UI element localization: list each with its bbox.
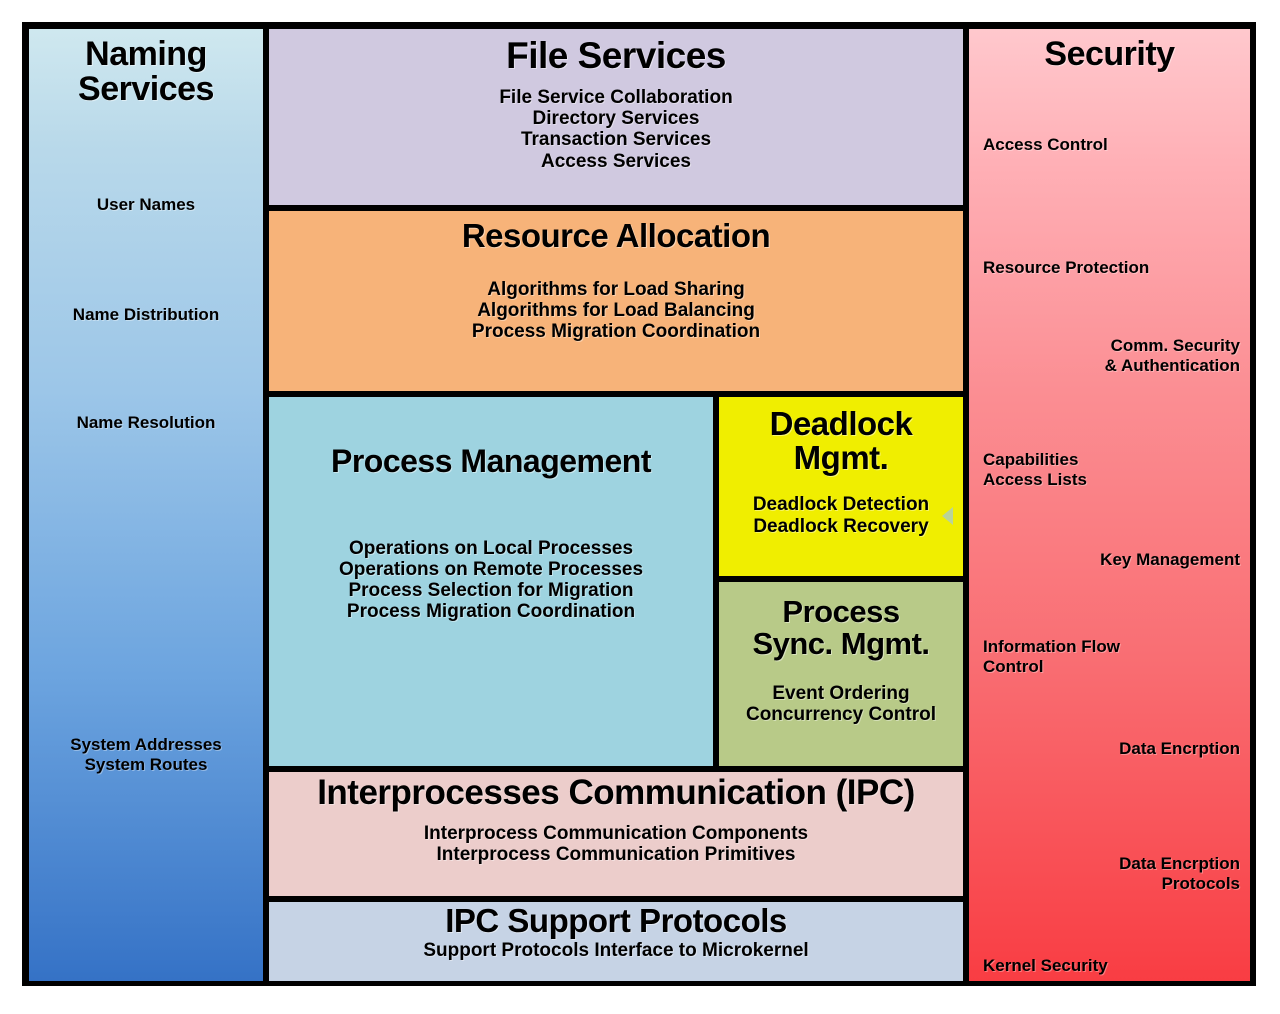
file-services-item: File Service Collaboration — [499, 86, 733, 108]
process-management-title: Process Management — [330, 443, 652, 479]
panel-file-services[interactable]: File Services File Service Collaboration… — [266, 26, 966, 208]
naming-services-title: Naming Services — [29, 37, 263, 106]
panel-process-management[interactable]: Process Management Operations on Local P… — [266, 394, 716, 769]
deadlock-mgmt-title-line-2: Mgmt. — [793, 438, 889, 476]
left-arrow-triangle-icon — [942, 507, 953, 525]
distributed-os-services-diagram: Naming Services User Names Name Distribu… — [22, 22, 1256, 986]
file-services-title: File Services — [506, 35, 726, 76]
security-item-data-encryption: Data Encrption — [1119, 739, 1240, 758]
file-services-item: Directory Services — [532, 108, 700, 129]
resource-allocation-item: Algorithms for Load Sharing — [487, 278, 745, 300]
process-sync-mgmt-title: Process Sync. Mgmt. — [719, 596, 963, 659]
process-management-item: Operations on Local Processes — [348, 537, 634, 559]
naming-services-title-line-1: Naming — [85, 35, 207, 73]
security-item-resource-protection: Resource Protection — [983, 258, 1150, 277]
panel-naming-services[interactable]: Naming Services User Names Name Distribu… — [26, 26, 266, 984]
security-item-comm-security-authentication: Comm. Security & Authentication — [1104, 336, 1240, 376]
process-sync-mgmt-item-list: Event Ordering Concurrency Control — [719, 683, 963, 726]
ipc-support-protocols-item-list: Support Protocols Interface to Microkern… — [269, 940, 963, 961]
ipc-item-list: Interprocess Communication Components In… — [269, 823, 963, 866]
resource-allocation-item-list: Algorithms for Load Sharing Algorithms f… — [269, 279, 963, 343]
deadlock-mgmt-title: Deadlock Mgmt. — [719, 407, 963, 474]
naming-item-name-distribution: Name Distribution — [72, 305, 220, 324]
deadlock-mgmt-item: Deadlock Recovery — [753, 515, 929, 537]
panel-resource-allocation[interactable]: Resource Allocation Algorithms for Load … — [266, 208, 966, 394]
security-item-information-flow-control: Information Flow Control — [983, 637, 1120, 677]
ipc-title: Interprocesses Communication (IPC) — [317, 773, 915, 812]
security-item-data-encryption-protocols: Data Encrption Protocols — [1119, 854, 1240, 894]
security-item-capabilities-access-lists: Capabilities Access Lists — [983, 450, 1087, 490]
ipc-item: Interprocess Communication Components — [423, 822, 809, 844]
security-item-access-control: Access Control — [983, 135, 1108, 154]
resource-allocation-title: Resource Allocation — [461, 217, 771, 254]
process-sync-mgmt-title-line-1: Process — [782, 594, 900, 629]
ipc-support-protocols-item: Support Protocols Interface to Microkern… — [423, 939, 809, 961]
ipc-item: Interprocess Communication Primitives — [436, 843, 796, 865]
panel-interprocess-communication[interactable]: Interprocesses Communication (IPC) Inter… — [266, 769, 966, 899]
process-management-item: Operations on Remote Processes — [338, 558, 644, 580]
process-sync-mgmt-item: Concurrency Control — [745, 704, 937, 726]
file-services-item: Access Services — [540, 150, 691, 172]
naming-services-title-line-2: Services — [78, 69, 214, 108]
process-management-item-list: Operations on Local Processes Operations… — [269, 538, 713, 623]
security-title: Security — [1044, 35, 1175, 73]
naming-item-name-resolution: Name Resolution — [76, 413, 216, 432]
resource-allocation-item: Process Migration Coordination — [471, 321, 761, 343]
deadlock-mgmt-item: Deadlock Detection — [752, 494, 930, 516]
deadlock-mgmt-title-line-1: Deadlock — [769, 405, 913, 442]
naming-item-system-addresses-routes: System Addresses System Routes — [70, 735, 222, 774]
naming-item-user-names: User Names — [96, 195, 196, 214]
deadlock-mgmt-item-list: Deadlock Detection Deadlock Recovery — [719, 494, 963, 537]
panel-security[interactable]: Security Access Control Resource Protect… — [966, 26, 1253, 984]
process-management-item: Process Migration Coordination — [346, 601, 636, 623]
file-services-item: Transaction Services — [520, 129, 712, 151]
panel-process-sync-mgmt[interactable]: Process Sync. Mgmt. Event Ordering Concu… — [716, 579, 966, 769]
security-item-key-management: Key Management — [1100, 550, 1240, 569]
process-sync-mgmt-item: Event Ordering — [772, 683, 910, 705]
ipc-support-protocols-title: IPC Support Protocols — [445, 902, 787, 939]
file-services-item-list: File Service Collaboration Directory Ser… — [269, 87, 963, 172]
panel-ipc-support-protocols[interactable]: IPC Support Protocols Support Protocols … — [266, 899, 966, 984]
process-sync-mgmt-title-line-2: Sync. Mgmt. — [752, 625, 930, 661]
security-item-kernel-security: Kernel Security — [983, 956, 1108, 975]
panel-deadlock-mgmt[interactable]: Deadlock Mgmt. Deadlock Detection Deadlo… — [716, 394, 966, 579]
resource-allocation-item: Algorithms for Load Balancing — [477, 299, 755, 321]
process-management-item: Process Selection for Migration — [348, 580, 634, 602]
